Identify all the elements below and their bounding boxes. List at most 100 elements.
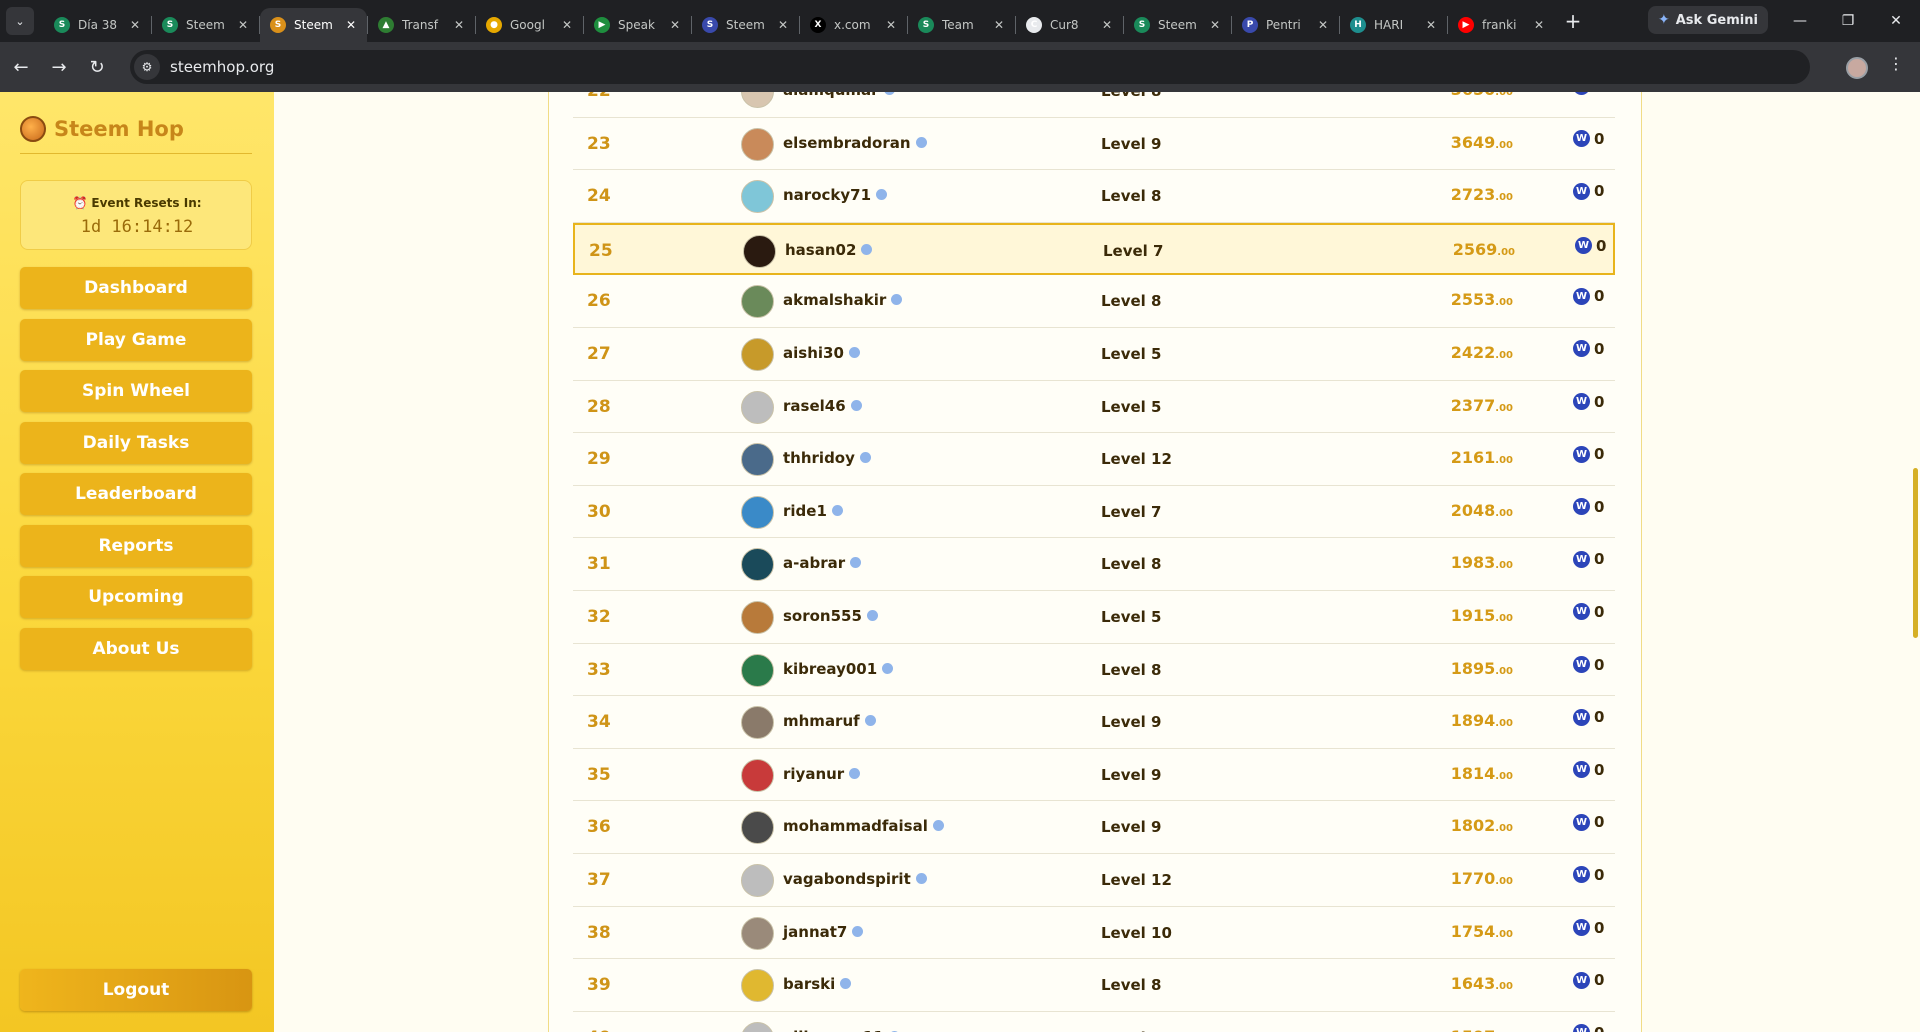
tab-close-icon[interactable]: ✕ [775, 18, 791, 32]
minimize-button[interactable]: — [1776, 0, 1824, 42]
site-info-icon[interactable]: ⚙ [134, 54, 160, 80]
tab-title: Team [942, 18, 974, 32]
username[interactable]: hasan02 [785, 241, 856, 259]
tab-close-icon[interactable]: ✕ [235, 18, 251, 32]
username[interactable]: barski [783, 975, 835, 993]
tab-favicon-icon: ▶ [1458, 17, 1474, 33]
username[interactable]: thhridoy [783, 449, 855, 467]
nav-leaderboard-button[interactable]: Leaderboard [20, 473, 252, 515]
score: 1814.00 [1313, 764, 1513, 783]
username[interactable]: mhmaruf [783, 712, 860, 730]
username[interactable]: narocky71 [783, 186, 871, 204]
browser-tab[interactable]: ▶ franki ✕ [1448, 8, 1555, 42]
avatar [741, 969, 774, 1003]
page-scrollbar[interactable] [1913, 468, 1918, 638]
tab-close-icon[interactable]: ✕ [1531, 18, 1547, 32]
nav-play-game-button[interactable]: Play Game [20, 318, 252, 361]
reward: W0 [1573, 813, 1604, 831]
browser-tab[interactable]: P Pentri ✕ [1232, 8, 1339, 42]
score-decimals: .00 [1495, 560, 1513, 572]
username[interactable]: mohammadfaisal [783, 817, 928, 835]
leaderboard: 22alamqumarLevel 83650.00W023elsembrador… [548, 92, 1642, 1032]
browser-tab[interactable]: S Steem ✕ [692, 8, 799, 42]
verified-icon [861, 243, 873, 255]
back-button[interactable]: ← [4, 50, 38, 84]
username[interactable]: aishi30 [783, 344, 844, 362]
browser-tab[interactable]: ● Googl ✕ [476, 8, 583, 42]
nav-dashboard-button[interactable]: Dashboard [20, 267, 252, 309]
reload-button[interactable]: ↻ [80, 50, 114, 84]
score-decimals: .00 [1495, 981, 1513, 993]
username[interactable]: kibreay001 [783, 660, 877, 678]
tab-close-icon[interactable]: ✕ [667, 18, 683, 32]
nav-reports-button[interactable]: Reports [20, 524, 252, 567]
menu-kebab-icon[interactable]: ⋮ [1888, 54, 1904, 73]
avatar [741, 811, 774, 845]
username[interactable]: a-abrar [783, 554, 845, 572]
username[interactable]: riyanur [783, 765, 844, 783]
rank: 22 [587, 92, 611, 101]
username[interactable]: alihassan11 [783, 1028, 884, 1032]
verified-icon [876, 189, 888, 201]
score-integer: 3649 [1450, 132, 1496, 152]
username[interactable]: rasel46 [783, 397, 846, 415]
tab-close-icon[interactable]: ✕ [1423, 18, 1439, 32]
new-tab-button[interactable]: + [1559, 9, 1587, 33]
level: Level 7 [1103, 241, 1164, 260]
browser-tab[interactable]: S Steem ✕ [1124, 8, 1231, 42]
username[interactable]: soron555 [783, 607, 862, 625]
nav-upcoming-button[interactable]: Upcoming [20, 576, 252, 618]
logout-button[interactable]: Logout [20, 969, 252, 1011]
browser-tab[interactable]: S Día 38 ✕ [44, 8, 151, 42]
tab-close-icon[interactable]: ✕ [1207, 18, 1223, 32]
tab-close-icon[interactable]: ✕ [883, 18, 899, 32]
nav-daily-tasks-button[interactable]: Daily Tasks [20, 421, 252, 464]
profile-avatar[interactable] [1846, 57, 1868, 79]
close-icon: ✕ [1890, 13, 1902, 29]
browser-tab[interactable]: ▲ Transf ✕ [368, 8, 475, 42]
nav-spin-wheel-button[interactable]: Spin Wheel [20, 370, 252, 412]
username[interactable]: akmalshakir [783, 291, 886, 309]
browser-tab[interactable]: S Team ✕ [908, 8, 1015, 42]
steem-coin-icon: W [1573, 445, 1590, 463]
tab-favicon-icon: S [162, 17, 178, 33]
username-cell: jannat7 [783, 923, 864, 941]
tab-close-icon[interactable]: ✕ [1099, 18, 1115, 32]
level: Level 9 [1101, 818, 1162, 837]
score: 1754.00 [1313, 922, 1513, 941]
verified-icon [850, 399, 862, 411]
score-decimals: .00 [1495, 875, 1513, 887]
address-bar[interactable]: ⚙ steemhop.org ☆ [130, 50, 1810, 84]
browser-tab[interactable]: S Steem ✕ [152, 8, 259, 42]
close-window-button[interactable]: ✕ [1872, 0, 1920, 42]
tab-close-icon[interactable]: ✕ [127, 18, 143, 32]
browser-tab[interactable]: ▶ Speak ✕ [584, 8, 691, 42]
tab-search-button[interactable]: ⌄ [6, 7, 34, 35]
username[interactable]: vagabondspirit [783, 870, 911, 888]
tab-close-icon[interactable]: ✕ [1315, 18, 1331, 32]
ask-gemini-button[interactable]: ✦ Ask Gemini [1648, 6, 1768, 34]
username[interactable]: alamqumar [783, 92, 879, 99]
tab-title: Día 38 [78, 18, 118, 32]
username[interactable]: ride1 [783, 502, 827, 520]
nav-about-us-button[interactable]: About Us [20, 627, 252, 670]
forward-button[interactable]: → [42, 50, 76, 84]
tab-close-icon[interactable]: ✕ [991, 18, 1007, 32]
tab-close-icon[interactable]: ✕ [343, 18, 359, 32]
tab-close-icon[interactable]: ✕ [559, 18, 575, 32]
avatar [741, 285, 774, 319]
username[interactable]: elsembradoran [783, 134, 911, 152]
rank: 39 [587, 975, 611, 996]
browser-tab[interactable]: Xx.com ✕ [800, 8, 907, 42]
brand[interactable]: Steem Hop [20, 116, 184, 142]
score-integer: 2048 [1450, 500, 1496, 520]
table-row: 38 jannat7 Level 10 1754.00 W 0 [573, 907, 1615, 960]
restore-button[interactable]: ❐ [1824, 0, 1872, 42]
score-decimals: .00 [1495, 665, 1513, 677]
verified-icon [866, 609, 878, 621]
tab-close-icon[interactable]: ✕ [451, 18, 467, 32]
browser-tab[interactable]: S Steem ✕ [260, 8, 367, 42]
browser-tab[interactable]: H HARI ✕ [1340, 8, 1447, 42]
username[interactable]: jannat7 [783, 923, 847, 941]
browser-tab[interactable]: C Cur8 ✕ [1016, 8, 1123, 42]
